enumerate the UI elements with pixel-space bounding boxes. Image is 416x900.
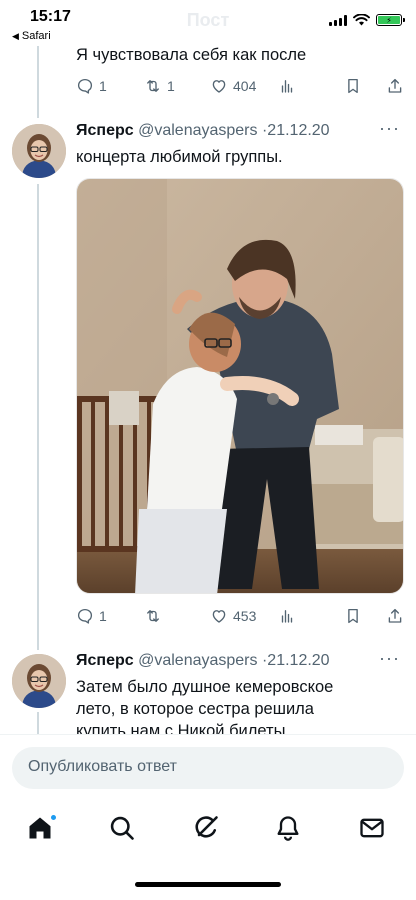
status-bar: Пост 15:17 ◀ Safari ⚡: [0, 0, 416, 46]
share-button[interactable]: [386, 77, 404, 95]
like-count: 404: [233, 78, 257, 94]
author-name[interactable]: Ясперс: [76, 122, 134, 139]
author-name[interactable]: Ясперс: [76, 652, 134, 669]
share-button[interactable]: [386, 607, 404, 625]
share-icon: [388, 78, 402, 93]
battery-icon: ⚡: [376, 14, 405, 26]
search-icon: [110, 816, 134, 840]
reply-count: 1: [99, 78, 107, 94]
messages-icon: [360, 818, 384, 838]
thread-line: [37, 712, 39, 734]
share-icon: [388, 608, 402, 623]
views-button[interactable]: [278, 77, 296, 95]
thread-line: [37, 184, 39, 650]
avatar[interactable]: [12, 654, 66, 708]
tweet-date[interactable]: 21.12.20: [267, 122, 329, 139]
tab-messages[interactable]: [358, 814, 390, 846]
tab-search[interactable]: [108, 814, 140, 846]
like-button[interactable]: 404: [210, 77, 256, 95]
tweet-text: Я чувствовала себя как после: [76, 46, 307, 64]
avatar-image: [12, 654, 66, 708]
retweet-button[interactable]: 1: [144, 77, 175, 95]
tweet-header: Ясперс @valenayaspers ·21.12.20: [76, 122, 330, 140]
tweet-date[interactable]: 21.12.20: [267, 652, 329, 669]
status-icons: ⚡: [329, 14, 405, 26]
avatar[interactable]: [12, 124, 66, 178]
cellular-signal-icon: [329, 14, 347, 26]
retweet-icon: [147, 80, 159, 92]
tweet-text: концерта любимой группы.: [76, 148, 283, 166]
author-handle[interactable]: @valenayaspers: [138, 122, 257, 139]
reply-icon: [77, 78, 93, 94]
back-label: Safari: [21, 30, 51, 42]
like-count: 453: [233, 608, 257, 624]
tweet-actions: 1 453: [76, 604, 402, 628]
tweet-header: Ясперс @valenayaspers ·21.12.20: [76, 652, 330, 670]
thread-line: [37, 46, 39, 118]
analytics-icon: [281, 610, 293, 623]
status-time: 15:17: [30, 8, 71, 25]
tweet-text: Затем было душное кемеровское лето, в ко…: [76, 676, 396, 742]
views-button[interactable]: [278, 607, 296, 625]
heart-icon: [212, 80, 226, 93]
bookmark-button[interactable]: [344, 77, 362, 95]
bookmark-icon: [348, 78, 358, 94]
reply-bar: Опубликовать ответ: [0, 734, 416, 800]
battery-fill: ⚡: [378, 16, 400, 25]
tweet-text-line: Затем было душное кемеровское: [76, 678, 334, 696]
retweet-icon: [147, 610, 159, 622]
tab-home[interactable]: [26, 814, 58, 846]
back-to-safari-link[interactable]: ◀ Safari: [12, 30, 51, 42]
heart-icon: [212, 610, 226, 623]
reply-button[interactable]: 1: [76, 77, 107, 95]
retweet-button[interactable]: [144, 607, 167, 625]
tweet-photo[interactable]: [76, 178, 404, 594]
home-indicator: [135, 882, 281, 887]
analytics-icon: [281, 80, 293, 93]
tab-grok[interactable]: [192, 814, 224, 846]
reply-button[interactable]: 1: [76, 607, 107, 625]
avatar-image: [12, 124, 66, 178]
tweet-actions: 1 1 404: [76, 74, 402, 98]
photo-image: [77, 179, 403, 593]
tweet-text-line: лето, в которое сестра решила: [76, 700, 314, 718]
more-options-button[interactable]: ···: [379, 118, 400, 139]
new-posts-dot: [50, 814, 57, 821]
tab-bar: [0, 800, 416, 900]
reply-input[interactable]: Опубликовать ответ: [12, 747, 404, 789]
back-triangle-icon: ◀: [12, 30, 19, 41]
like-button[interactable]: 453: [210, 607, 256, 625]
retweet-count: 1: [167, 78, 175, 94]
reply-icon: [77, 608, 93, 624]
tab-notifications[interactable]: [274, 814, 306, 846]
bookmark-button[interactable]: [344, 607, 362, 625]
bookmark-icon: [348, 608, 358, 624]
wifi-icon: [353, 14, 370, 26]
notifications-icon: [277, 816, 299, 841]
more-options-button[interactable]: ···: [379, 648, 400, 669]
author-handle[interactable]: @valenayaspers: [138, 652, 257, 669]
grok-icon: [195, 816, 218, 838]
reply-count: 1: [99, 608, 107, 624]
